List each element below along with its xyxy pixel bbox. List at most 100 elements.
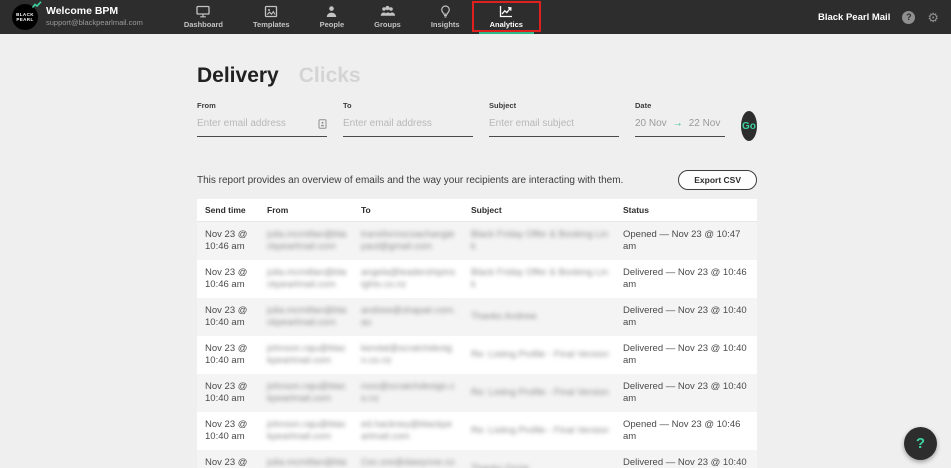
templates-icon xyxy=(265,5,278,18)
cell-subject: Re: Listing Profile - Final Version xyxy=(471,349,609,360)
from-label: From xyxy=(197,101,216,110)
to-label: To xyxy=(343,101,352,110)
cell-status: Delivered — Nov 23 @ 10:40 am xyxy=(623,343,747,366)
to-input[interactable]: Enter email address xyxy=(343,118,473,137)
brand-name: Black Pearl Mail xyxy=(817,11,891,23)
cell-status: Delivered — Nov 23 @ 10:46 am xyxy=(623,267,747,290)
dashboard-icon xyxy=(196,5,211,18)
cell-status: Delivered — Nov 23 @ 10:40 am xyxy=(623,381,747,404)
cell-subject: Black Friday Offer & Booking Link xyxy=(471,229,609,252)
date-range-input[interactable]: 20 Nov → 22 Nov xyxy=(635,118,725,137)
table-row[interactable]: Nov 23 @ 10:40 am johnson.raju@blackpear… xyxy=(197,374,757,412)
go-button[interactable]: Go xyxy=(741,111,757,141)
cell-send-time: Nov 23 @ 10:40 am xyxy=(205,305,248,328)
people-icon xyxy=(327,6,337,17)
table-row[interactable]: Nov 23 @ 10:40 am johnson.raju@blackpear… xyxy=(197,412,757,450)
cell-from: julia.mcmillan@blackpearlmail.com xyxy=(267,229,347,252)
subject-input[interactable]: Enter email subject xyxy=(489,118,619,137)
logo-spark-icon xyxy=(32,1,42,9)
cell-to: kendal@scratchdesign.co.nz xyxy=(361,343,452,366)
table-row[interactable]: Nov 23 @ 10:40 am julia.mcmillan@blackpe… xyxy=(197,298,757,336)
help-icon[interactable]: ? xyxy=(902,10,916,24)
active-tab-underline xyxy=(478,31,534,34)
gear-icon[interactable]: ⚙ xyxy=(927,11,939,24)
nav-item-groups[interactable]: Groups xyxy=(359,0,416,34)
subject-label: Subject xyxy=(489,101,517,110)
cell-to: Cec.ore@dawynne.com xyxy=(361,457,455,468)
black-pearl-logo[interactable]: BLACK PEARL xyxy=(12,1,42,30)
from-placeholder: Enter email address xyxy=(197,118,286,129)
account-email: support@blackpearlmail.com xyxy=(46,18,143,27)
date-start: 20 Nov xyxy=(635,118,667,129)
main-nav: Dashboard Templates People Groups Insigh… xyxy=(169,0,541,34)
cell-send-time: Nov 23 @ 10:40 am xyxy=(205,381,248,404)
to-placeholder: Enter email address xyxy=(343,118,432,129)
cell-send-time: Nov 23 @ 10:46 am xyxy=(205,229,248,252)
cell-from: johnson.raju@blackpearlmail.com xyxy=(267,381,346,404)
top-navbar: BLACK PEARL Welcome BPM support@blackpea… xyxy=(0,0,951,34)
cell-subject: Thanks Andrew xyxy=(471,311,537,322)
nav-item-insights[interactable]: Insights xyxy=(416,0,475,34)
cell-send-time: Nov 23 @ 10:40 am xyxy=(205,419,248,442)
subject-placeholder: Enter email subject xyxy=(489,118,575,129)
delivery-table: Send time From To Subject Status Nov 23 … xyxy=(197,199,757,468)
cell-status: Delivered — Nov 23 @ 10:40 am xyxy=(623,457,747,468)
subject-field: Subject Enter email subject xyxy=(489,101,619,137)
cell-status: Delivered — Nov 23 @ 10:40 am xyxy=(623,305,747,328)
cell-status: Opened — Nov 23 @ 10:47 am xyxy=(623,229,741,252)
nav-item-templates[interactable]: Templates xyxy=(238,0,305,34)
cell-from: julia.mcmillan@blackpearlmail.com xyxy=(267,457,347,468)
nav-label: Templates xyxy=(253,20,290,29)
table-body: Nov 23 @ 10:46 am julia.mcmillan@blackpe… xyxy=(197,222,757,468)
insights-icon xyxy=(440,5,450,18)
nav-label: Dashboard xyxy=(183,20,224,29)
cell-to: transformscoachangiepaul@gmail.com xyxy=(361,229,455,252)
table-row[interactable]: Nov 23 @ 10:46 am julia.mcmillan@blackpe… xyxy=(197,260,757,298)
welcome-block: Welcome BPM support@blackpearlmail.com xyxy=(46,6,143,28)
cell-to: angela@leadershipinsights.co.nz xyxy=(361,267,456,290)
tab-delivery[interactable]: Delivery xyxy=(197,64,279,88)
table-row[interactable]: Nov 23 @ 10:46 am julia.mcmillan@blackpe… xyxy=(197,222,757,260)
to-field: To Enter email address xyxy=(343,101,473,137)
logo-text: PEARL xyxy=(16,17,34,22)
cell-from: julia.mcmillan@blackpearlmail.com xyxy=(267,267,347,290)
table-row[interactable]: Nov 23 @ 10:40 am julia.mcmillan@blackpe… xyxy=(197,450,757,468)
cell-status: Opened — Nov 23 @ 10:46 am xyxy=(623,419,741,442)
header-from: From xyxy=(267,205,289,215)
date-field: Date 20 Nov → 22 Nov xyxy=(635,101,725,137)
welcome-title: Welcome BPM xyxy=(46,5,119,17)
report-description: This report provides an overview of emai… xyxy=(197,174,624,186)
navbar-right: Black Pearl Mail ? ⚙ xyxy=(817,10,939,24)
help-fab-button[interactable]: ? xyxy=(904,427,937,460)
date-end: 22 Nov xyxy=(688,118,721,129)
from-input[interactable]: Enter email address xyxy=(197,118,327,137)
table-row[interactable]: Nov 23 @ 10:40 am johnson.raju@blackpear… xyxy=(197,336,757,374)
nav-item-people[interactable]: People xyxy=(305,0,360,34)
cell-send-time: Nov 23 @ 10:40 am xyxy=(205,457,248,468)
header-subject: Subject xyxy=(471,205,502,215)
nav-item-analytics[interactable]: Analytics xyxy=(471,0,541,34)
cell-subject: Thanks Ozzie xyxy=(463,463,615,468)
filter-bar: From Enter email address To Enter email … xyxy=(197,101,757,141)
cell-to: ross@scratchdesign.co.nz xyxy=(361,381,455,404)
contact-picker-icon[interactable] xyxy=(318,118,327,129)
report-header-row: This report provides an overview of emai… xyxy=(197,170,757,190)
nav-item-dashboard[interactable]: Dashboard xyxy=(169,0,238,34)
nav-label: Groups xyxy=(374,20,401,29)
export-csv-button[interactable]: Export CSV xyxy=(678,170,757,190)
cell-subject: Re: Listing Profile - Final Version xyxy=(471,387,609,398)
date-label: Date xyxy=(635,101,652,110)
cell-send-time: Nov 23 @ 10:40 am xyxy=(205,343,248,366)
nav-label: People xyxy=(319,20,345,29)
cell-send-time: Nov 23 @ 10:46 am xyxy=(205,267,248,290)
header-status: Status xyxy=(623,205,649,215)
analytics-page: Delivery Clicks From Enter email address… xyxy=(197,64,757,468)
arrow-right-icon: → xyxy=(672,118,683,129)
tab-clicks[interactable]: Clicks xyxy=(299,64,361,88)
header-to: To xyxy=(361,205,371,215)
header-send-time: Send time xyxy=(205,205,246,215)
cell-to: andrew@shapair.com.au xyxy=(361,305,456,328)
analytics-icon xyxy=(500,6,513,18)
cell-from: julia.mcmillan@blackpearlmail.com xyxy=(267,305,347,328)
cell-from: johnson.raju@blackpearlmail.com xyxy=(267,419,346,442)
